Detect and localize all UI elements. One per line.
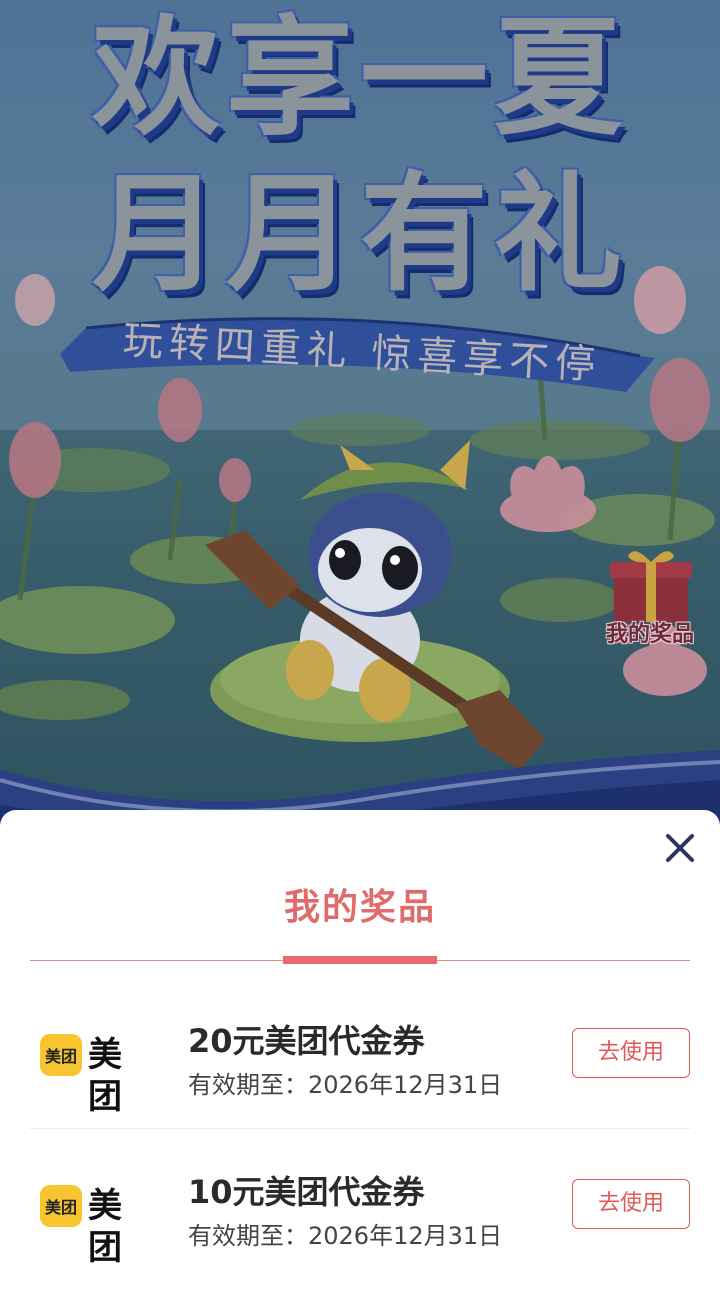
banner-title-line2: 月月有礼	[91, 160, 628, 309]
prize-name: 10元美团代金券	[188, 1173, 425, 1211]
sheet-title: 我的奖品	[283, 887, 436, 928]
meituan-logo-text: 美团	[88, 1186, 124, 1268]
ribbon-text: 玩转四重礼 惊喜享不停	[121, 317, 603, 389]
prize-expiry: 有效期至：2026年12月31日	[188, 1071, 503, 1099]
title-underline-indicator	[283, 956, 437, 964]
banner-title-line1: 欢享一夏	[91, 4, 628, 153]
close-button[interactable]	[660, 828, 700, 868]
meituan-logo-badge: 美团	[40, 1185, 82, 1227]
hero-banner: 欢享一夏 月月有礼 玩转四重礼 惊喜享不停 我的奖品	[0, 0, 720, 830]
use-coupon-button[interactable]: 去使用	[572, 1028, 690, 1078]
prize-list: 美团 美团 20元美团代金券 有效期至：2026年12月31日 去使用 美团 美…	[30, 978, 690, 1280]
meituan-logo-badge: 美团	[40, 1034, 82, 1076]
use-coupon-button[interactable]: 去使用	[572, 1179, 690, 1229]
meituan-logo: 美团 美团	[40, 1034, 158, 1117]
prize-item: 美团 美团 10元美团代金券 有效期至：2026年12月31日 去使用	[30, 1129, 690, 1280]
my-prizes-sheet: 我的奖品 美团 美团 20元美团代金券 有效期至：2026年12月31日 去使用…	[0, 810, 720, 1294]
meituan-logo: 美团 美团	[40, 1185, 158, 1268]
my-prizes-entry-button[interactable]: 我的奖品	[594, 540, 706, 652]
my-prizes-entry-label: 我的奖品	[605, 622, 694, 647]
prize-expiry: 有效期至：2026年12月31日	[188, 1222, 503, 1250]
banner-ribbon: 玩转四重礼 惊喜享不停	[62, 318, 662, 402]
close-icon	[666, 834, 694, 862]
prize-name: 20元美团代金券	[188, 1022, 425, 1060]
meituan-logo-text: 美团	[88, 1035, 124, 1117]
prize-item: 美团 美团 20元美团代金券 有效期至：2026年12月31日 去使用	[30, 978, 690, 1129]
